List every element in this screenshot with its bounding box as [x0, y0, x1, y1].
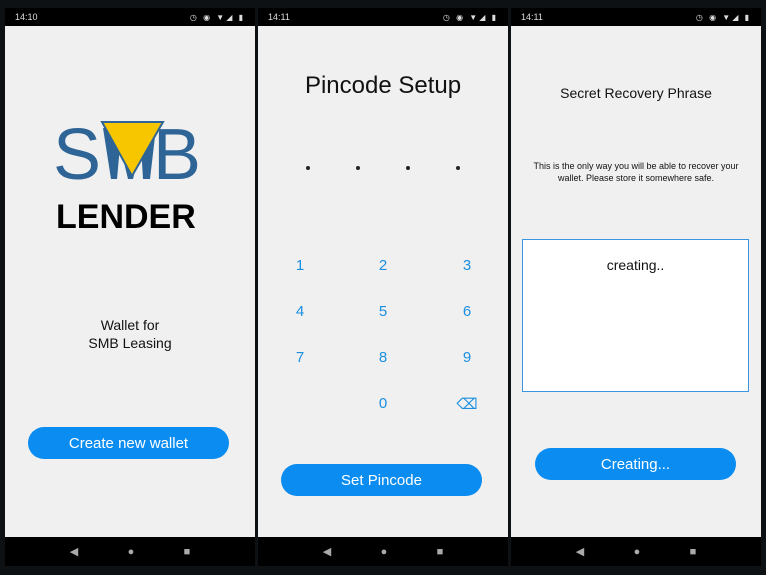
status-icons: ◷ ◉ ▼◢ ▮	[189, 12, 245, 22]
backspace-icon[interactable]: ⌫	[447, 395, 487, 413]
tagline: Wallet for SMB Leasing	[5, 316, 255, 352]
recents-icon[interactable]: ■	[690, 546, 697, 558]
pin-dot	[356, 166, 360, 170]
tagline-line1: Wallet for	[100, 317, 160, 333]
status-bar: 14:11 ◷ ◉ ▼◢ ▮	[258, 8, 508, 26]
nav-bar: ◀ ● ■	[5, 537, 255, 566]
pin-dot	[306, 166, 310, 170]
back-icon[interactable]: ◀	[70, 545, 78, 558]
home-icon[interactable]: ●	[128, 546, 135, 558]
status-time: 14:10	[15, 12, 38, 22]
status-bar: 14:10 ◷ ◉ ▼◢ ▮	[5, 8, 255, 26]
set-pincode-button[interactable]: Set Pincode	[281, 464, 482, 496]
key-8[interactable]: 8	[363, 349, 403, 366]
nav-bar: ◀ ● ■	[511, 537, 761, 566]
key-7[interactable]: 7	[280, 349, 320, 366]
page-title: Pincode Setup	[304, 72, 462, 99]
recovery-phrase-box: creating..	[522, 239, 749, 392]
pincode-screen: Pincode Setup 1 2 3 4 5 6 7 8 9 0 ⌫ Set …	[258, 26, 508, 537]
phone-pincode: 14:11 ◷ ◉ ▼◢ ▮ Pincode Setup 1 2 3 4 5 6 …	[258, 8, 508, 566]
pin-dot	[456, 166, 460, 170]
phone-welcome: 14:10 ◷ ◉ ▼◢ ▮ S B LENDER Wallet for SMB L…	[5, 8, 255, 566]
key-4[interactable]: 4	[280, 303, 320, 320]
page-title: Secret Recovery Phrase	[560, 85, 712, 101]
home-icon[interactable]: ●	[634, 546, 641, 558]
description: This is the only way you will be able to…	[533, 161, 739, 183]
status-time: 14:11	[521, 12, 543, 22]
phone-recovery: 14:11 ◷ ◉ ▼◢ ▮ Secret Recovery Phrase Thi…	[511, 8, 761, 566]
status-icons: ◷ ◉ ▼◢ ▮	[442, 12, 498, 22]
recents-icon[interactable]: ■	[437, 546, 444, 558]
key-9[interactable]: 9	[447, 349, 487, 366]
status-bar: 14:11 ◷ ◉ ▼◢ ▮	[511, 8, 761, 26]
recents-icon[interactable]: ■	[184, 546, 191, 558]
pin-dot	[406, 166, 410, 170]
creating-button[interactable]: Creating...	[535, 448, 736, 480]
recovery-screen: Secret Recovery Phrase This is the only …	[511, 26, 761, 537]
key-3[interactable]: 3	[447, 257, 487, 274]
welcome-screen: S B LENDER Wallet for SMB Leasing Create …	[5, 26, 255, 537]
create-wallet-button[interactable]: Create new wallet	[28, 427, 229, 459]
key-0[interactable]: 0	[363, 395, 403, 412]
nav-bar: ◀ ● ■	[258, 537, 508, 566]
svg-text:LENDER: LENDER	[56, 198, 196, 236]
status-icons: ◷ ◉ ▼◢ ▮	[695, 12, 751, 22]
tagline-line2: SMB Leasing	[88, 335, 172, 351]
back-icon[interactable]: ◀	[323, 545, 331, 558]
smb-lender-logo: S B LENDER	[53, 116, 201, 236]
status-time: 14:11	[268, 12, 290, 22]
svg-text:S: S	[53, 116, 101, 195]
back-icon[interactable]: ◀	[576, 545, 584, 558]
key-5[interactable]: 5	[363, 303, 403, 320]
key-2[interactable]: 2	[363, 257, 403, 274]
key-6[interactable]: 6	[447, 303, 487, 320]
key-1[interactable]: 1	[280, 257, 320, 274]
home-icon[interactable]: ●	[381, 546, 388, 558]
